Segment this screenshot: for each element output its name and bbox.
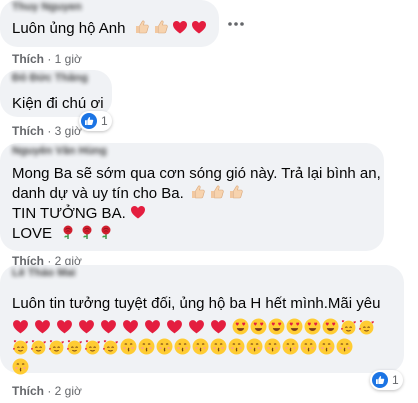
rose-icon — [98, 224, 114, 240]
comment-2: Đỗ Đức Thắng Kiện đi chú ơi 1 Thích · 3 … — [0, 70, 418, 140]
comment-meta: Thích · 1 giờ — [12, 52, 82, 66]
like-reaction-icon — [372, 372, 388, 388]
heart-icon — [12, 318, 29, 335]
smiling-hearts-icon — [102, 338, 119, 355]
heart-icon — [34, 318, 51, 335]
comment-line-3-text: TIN TƯỞNG BA. — [12, 205, 126, 222]
smiling-hearts-icon — [30, 338, 47, 355]
smiling-hearts-icon — [340, 318, 357, 335]
comment-author[interactable]: Đỗ Đức Thắng — [12, 73, 100, 83]
kissing-face-icon — [228, 338, 245, 355]
thumbs-up-icon — [190, 184, 206, 200]
emoji-row — [12, 358, 392, 378]
heart-eyes-icon — [232, 318, 249, 335]
comment-3: Nguyễn Văn Hùng Mong Ba sẽ sớm qua cơn s… — [0, 143, 418, 268]
comment-line-4-text: LOVE — [12, 225, 53, 242]
kissing-face-icon — [138, 338, 155, 355]
kissing-face-icon — [282, 338, 299, 355]
like-link[interactable]: Thích — [12, 384, 44, 398]
smiling-hearts-icon — [12, 338, 29, 355]
kissing-face-icon — [120, 338, 137, 355]
comment-bubble: Lê Thảo Mai Luôn tin tưởng tuyệt đối, ủn… — [0, 265, 404, 373]
smiling-hearts-icon — [66, 338, 83, 355]
comment-meta: Thích · 3 giờ — [12, 124, 82, 138]
like-link[interactable]: Thích — [12, 52, 44, 66]
kissing-face-icon — [174, 338, 191, 355]
comment-author[interactable]: Lê Thảo Mai — [12, 268, 392, 278]
smiling-hearts-icon — [358, 318, 375, 335]
comment-4: Lê Thảo Mai Luôn tin tưởng tuyệt đối, ủn… — [0, 265, 418, 403]
thumbs-up-icon — [153, 19, 169, 35]
rose-icon — [79, 224, 95, 240]
heart-eyes-icon — [322, 318, 339, 335]
heart-icon — [144, 318, 161, 335]
separator: · — [44, 52, 55, 66]
heart-icon — [130, 204, 146, 220]
kissing-face-icon — [192, 338, 209, 355]
comment-author[interactable]: Nguyễn Văn Hùng — [12, 146, 372, 156]
comment-line-4: LOVE — [12, 224, 372, 244]
comment-bubble: Thuy Nguyen Luôn ủng hộ Anh — [0, 0, 219, 47]
kissing-face-icon — [300, 338, 317, 355]
heart-icon — [166, 318, 183, 335]
heart-eyes-icon — [304, 318, 321, 335]
comment-1: Thuy Nguyen Luôn ủng hộ Anh Thích · 1 gi… — [0, 0, 418, 66]
comment-bubble: Nguyễn Văn Hùng Mong Ba sẽ sớm qua cơn s… — [0, 143, 384, 251]
kissing-face-icon — [246, 338, 263, 355]
heart-icon — [100, 318, 117, 335]
comment-time[interactable]: 1 giờ — [55, 52, 82, 66]
heart-eyes-icon — [268, 318, 285, 335]
comment-time[interactable]: 2 giờ — [55, 384, 82, 398]
thumbs-up-icon — [134, 19, 150, 35]
thumbs-up-icon — [228, 184, 244, 200]
comment-meta: Thích · 2 giờ — [12, 384, 82, 398]
heart-icon — [210, 318, 227, 335]
kissing-face-icon — [264, 338, 281, 355]
heart-icon — [191, 19, 207, 35]
comment-time[interactable]: 3 giờ — [55, 124, 82, 138]
comment-bubble: Đỗ Đức Thắng Kiện đi chú ơi — [0, 70, 112, 117]
kissing-face-icon — [210, 338, 227, 355]
comment-line-1: Mong Ba sẽ sớm qua cơn sóng gió này. Trả… — [12, 165, 381, 182]
comment-line-2: danh dự và uy tín cho Ba. — [12, 184, 372, 204]
heart-eyes-icon — [250, 318, 267, 335]
like-link[interactable]: Thích — [12, 124, 44, 138]
comment-text-content: Luôn ủng hộ Anh — [12, 20, 126, 37]
comment-line-2-text: danh dự và uy tín cho Ba. — [12, 185, 184, 202]
kissing-face-icon — [156, 338, 173, 355]
more-options-icon[interactable] — [221, 9, 251, 39]
reaction-count: 1 — [101, 114, 108, 128]
reaction-count: 1 — [392, 373, 399, 387]
comment-text: Luôn tin tưởng tuyệt đối, ủng hộ ba H hế… — [12, 295, 381, 312]
separator: · — [44, 124, 55, 138]
kissing-face-icon — [318, 338, 335, 355]
heart-icon — [122, 318, 139, 335]
heart-icon — [188, 318, 205, 335]
heart-icon — [56, 318, 73, 335]
emoji-row — [12, 338, 392, 358]
rose-icon — [60, 224, 76, 240]
thumbs-up-icon — [209, 184, 225, 200]
comment-text: Luôn ủng hộ Anh — [12, 19, 207, 39]
heart-icon — [78, 318, 95, 335]
kissing-face-icon — [12, 358, 29, 375]
like-reaction-icon — [81, 113, 97, 129]
reaction-badge[interactable]: 1 — [79, 111, 112, 131]
smiling-hearts-icon — [84, 338, 101, 355]
heart-eyes-icon — [286, 318, 303, 335]
comment-author[interactable]: Thuy Nguyen — [12, 2, 207, 12]
kissing-face-icon — [336, 338, 353, 355]
emoji-row — [12, 318, 392, 338]
reaction-badge[interactable]: 1 — [370, 370, 403, 390]
separator: · — [44, 384, 55, 398]
comment-line-3: TIN TƯỞNG BA. — [12, 204, 372, 224]
smiling-hearts-icon — [48, 338, 65, 355]
heart-icon — [172, 19, 188, 35]
